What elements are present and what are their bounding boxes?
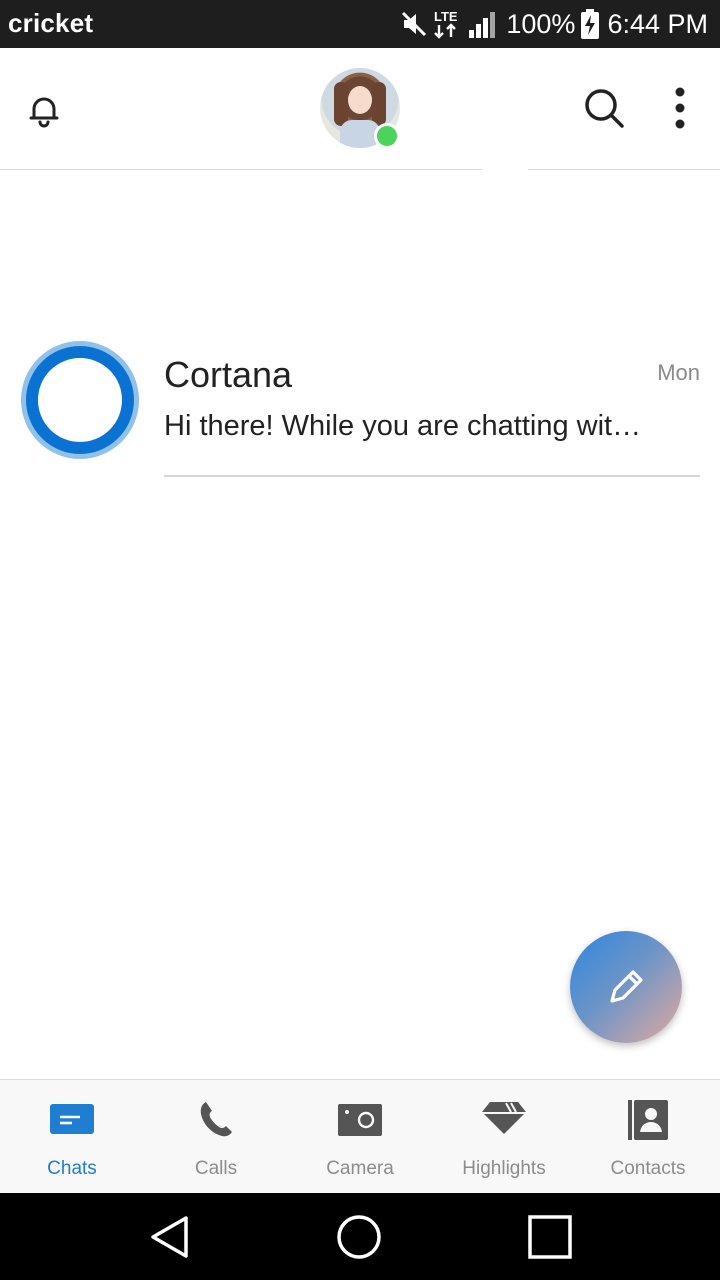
header-notch xyxy=(482,168,528,174)
app-header xyxy=(0,48,720,170)
battery-charging-icon xyxy=(581,9,600,39)
tab-label: Calls xyxy=(194,1158,238,1179)
phone-icon xyxy=(194,1098,238,1142)
mute-icon xyxy=(400,10,428,38)
highlights-icon xyxy=(482,1098,526,1142)
contacts-icon xyxy=(626,1098,670,1142)
svg-text:LTE: LTE xyxy=(434,9,458,24)
new-chat-button[interactable] xyxy=(570,931,682,1043)
avatar-hair-right xyxy=(372,82,386,126)
home-icon[interactable] xyxy=(336,1214,382,1260)
lte-icon: LTE xyxy=(434,9,462,39)
recents-icon[interactable] xyxy=(527,1214,573,1260)
chat-divider xyxy=(164,475,700,477)
tab-label: Highlights xyxy=(462,1158,546,1179)
signal-icon xyxy=(468,10,498,38)
tab-label: Camera xyxy=(326,1158,394,1179)
status-bar: cricket LTE 100% 6:44 PM xyxy=(0,0,720,48)
bell-icon[interactable] xyxy=(24,90,64,130)
chat-preview: Hi there! While you are chatting wit… xyxy=(164,410,642,442)
chat-time: Mon xyxy=(657,360,700,385)
chat-list-item[interactable]: Cortana Mon Hi there! While you are chat… xyxy=(0,338,720,478)
status-indicators: LTE 100% 6:44 PM xyxy=(400,6,708,42)
tab-calls[interactable]: Calls xyxy=(144,1080,288,1194)
pencil-icon xyxy=(610,970,643,1003)
tab-camera[interactable]: Camera xyxy=(288,1080,432,1194)
bottom-tab-bar: Chats Calls Camera Highlights Contacts xyxy=(0,1079,720,1194)
camera-icon xyxy=(338,1098,382,1142)
back-icon[interactable] xyxy=(148,1215,192,1259)
tab-contacts[interactable]: Contacts xyxy=(576,1080,720,1194)
tab-label: Contacts xyxy=(610,1158,686,1179)
tab-highlights[interactable]: Highlights xyxy=(432,1080,576,1194)
avatar-hair-left xyxy=(334,82,348,126)
more-vertical-icon[interactable] xyxy=(664,84,696,132)
presence-indicator xyxy=(374,123,400,149)
battery-percent: 100% xyxy=(506,8,576,39)
tab-label: Chats xyxy=(47,1158,97,1179)
system-nav-bar xyxy=(0,1193,720,1280)
cortana-icon xyxy=(20,340,140,460)
tab-chats[interactable]: Chats xyxy=(0,1080,144,1194)
chat-name: Cortana xyxy=(164,354,293,395)
avatar-face xyxy=(348,86,372,114)
carrier-name: cricket xyxy=(8,8,94,38)
chat-bubble-icon xyxy=(50,1098,94,1142)
search-icon[interactable] xyxy=(582,86,626,130)
clock: 6:44 PM xyxy=(607,8,708,39)
